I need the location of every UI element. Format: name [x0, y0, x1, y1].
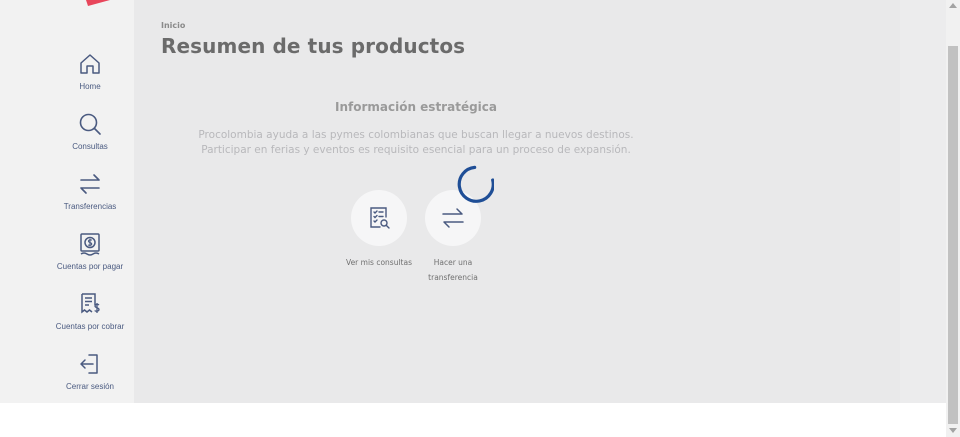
- info-description-line: Participar en ferias y eventos es requis…: [201, 144, 631, 156]
- transfer-arrows-icon: [442, 208, 464, 228]
- scroll-thumb[interactable]: [948, 46, 958, 424]
- sidebar: Home Consultas Transferencias Cuentas po…: [0, 0, 134, 403]
- scroll-down-arrow-icon[interactable]: [949, 428, 957, 433]
- logout-icon: [80, 354, 98, 374]
- scroll-up-arrow-icon[interactable]: [949, 3, 957, 8]
- make-transfer-label: Hacer una transferencia: [413, 255, 493, 285]
- consult-document-icon: [370, 207, 390, 229]
- breadcrumb[interactable]: Inicio: [161, 21, 185, 30]
- section-title: Información estratégica: [334, 100, 497, 114]
- page-scrollbar[interactable]: [946, 0, 960, 437]
- home-icon: [80, 54, 100, 74]
- main-content: [134, 0, 900, 403]
- view-consultas-button[interactable]: [351, 190, 407, 246]
- transfer-arrows-icon: [80, 174, 100, 194]
- brand-logo: [86, 0, 110, 6]
- info-description: Procolombia ayuda a las pymes colombiana…: [0, 128, 832, 158]
- make-transfer-label-line: Hacer una: [433, 258, 473, 267]
- loading-spinner-icon: [457, 165, 494, 203]
- payable-bill-icon: [80, 233, 100, 256]
- view-consultas-label: Ver mis consultas: [346, 258, 412, 267]
- make-transfer-label-line: transferencia: [428, 273, 478, 282]
- info-description-line: Procolombia ayuda a las pymes colombiana…: [198, 129, 634, 141]
- receivable-invoice-icon: [81, 293, 100, 314]
- page-title: Resumen de tus productos: [161, 34, 466, 58]
